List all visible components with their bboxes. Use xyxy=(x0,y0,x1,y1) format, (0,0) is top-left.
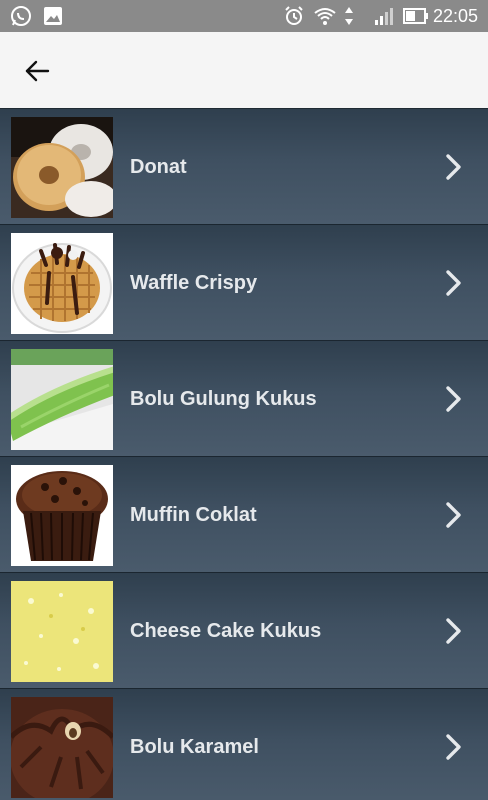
roll-cake-thumbnail xyxy=(11,349,113,450)
chevron-right-icon xyxy=(446,386,461,412)
donut-thumbnail xyxy=(11,117,113,218)
chevron-right-icon xyxy=(446,154,461,180)
item-label: Donat xyxy=(130,156,187,178)
wifi-icon xyxy=(313,5,336,27)
status-bar: 22:05 xyxy=(0,0,488,32)
chevron-right-icon xyxy=(446,502,461,528)
battery-icon xyxy=(402,5,428,27)
item-label: Bolu Gulung Kukus xyxy=(130,388,317,410)
back-button[interactable] xyxy=(20,54,54,88)
list-item[interactable]: Bolu Karamel xyxy=(0,689,488,800)
muffin-thumbnail xyxy=(11,465,113,566)
recipe-list: Donat Waffle Crispy Bolu Gulung Kukus Mu… xyxy=(0,109,488,800)
status-time: 22:05 xyxy=(432,6,478,26)
list-item[interactable]: Donat xyxy=(0,109,488,225)
list-item[interactable]: Muffin Coklat xyxy=(0,457,488,573)
data-arrows-icon xyxy=(343,5,365,27)
item-label: Waffle Crispy xyxy=(130,272,258,294)
cheese-cake-thumbnail xyxy=(11,581,113,682)
item-label: Muffin Coklat xyxy=(130,504,257,526)
app-bar xyxy=(0,32,488,109)
chevron-right-icon xyxy=(446,270,461,296)
caramel-cake-thumbnail xyxy=(11,697,113,798)
signal-icon xyxy=(373,5,395,27)
chevron-right-icon xyxy=(446,618,461,644)
list-item[interactable]: Bolu Gulung Kukus xyxy=(0,341,488,457)
item-label: Cheese Cake Kukus xyxy=(130,620,322,642)
list-item[interactable]: Waffle Crispy xyxy=(0,225,488,341)
alarm-icon xyxy=(283,5,305,27)
gallery-icon xyxy=(42,5,64,27)
whatsapp-icon xyxy=(10,5,32,27)
waffle-thumbnail xyxy=(11,233,113,334)
list-item[interactable]: Cheese Cake Kukus xyxy=(0,573,488,689)
arrow-left-icon xyxy=(25,60,50,82)
item-label: Bolu Karamel xyxy=(130,736,259,758)
chevron-right-icon xyxy=(446,734,461,760)
